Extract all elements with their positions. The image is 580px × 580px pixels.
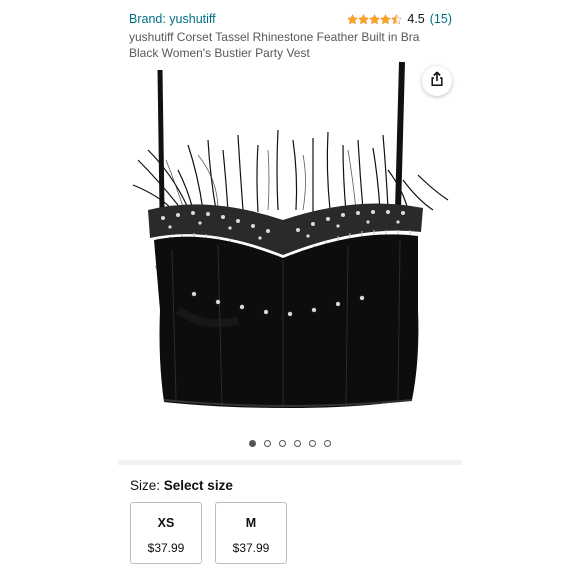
size-option-m[interactable]: M $37.99 — [215, 502, 287, 564]
carousel-dot[interactable] — [279, 440, 286, 447]
brand-link[interactable]: Brand: yushutiff — [129, 12, 216, 26]
brand-rating-row: Brand: yushutiff 4.5 (15) — [129, 12, 452, 30]
rating-count-link[interactable]: (15) — [430, 12, 452, 26]
carousel-dot[interactable] — [294, 440, 301, 447]
section-divider — [118, 460, 462, 465]
right-margin — [462, 0, 580, 580]
left-margin — [0, 0, 118, 580]
size-price: $37.99 — [147, 541, 185, 555]
half-star-icon — [391, 13, 403, 25]
carousel-dot[interactable] — [264, 440, 271, 447]
star-icon — [358, 13, 370, 25]
carousel-indicator — [118, 440, 462, 447]
product-image — [132, 61, 449, 408]
star-icon — [380, 13, 392, 25]
size-price: $37.99 — [232, 541, 270, 555]
size-code: M — [245, 516, 257, 530]
carousel-dot[interactable] — [324, 440, 331, 447]
size-label: Size: Select size — [130, 478, 233, 493]
share-icon — [429, 71, 445, 92]
share-button[interactable] — [422, 66, 452, 96]
size-code: XS — [157, 516, 175, 530]
carousel-dot[interactable] — [249, 440, 256, 447]
size-label-value: Select size — [163, 478, 233, 493]
rating-stars — [347, 13, 403, 25]
rating-value: 4.5 — [407, 12, 425, 26]
product-image-carousel[interactable] — [118, 60, 462, 455]
product-title: yushutiff Corset Tassel Rhinestone Feath… — [129, 30, 420, 60]
product-page: Brand: yushutiff 4.5 (15) yushutiff Cors… — [118, 0, 462, 580]
star-icon — [369, 13, 381, 25]
rating[interactable]: 4.5 (15) — [347, 12, 452, 26]
carousel-dot[interactable] — [309, 440, 316, 447]
size-label-prefix: Size: — [130, 478, 161, 493]
size-option-xs[interactable]: XS $37.99 — [130, 502, 202, 564]
star-icon — [347, 13, 359, 25]
